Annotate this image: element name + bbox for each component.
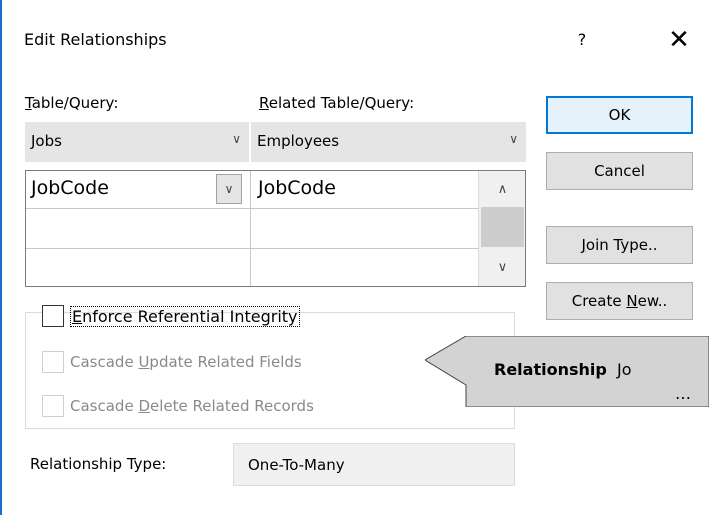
grid-cell-left-field[interactable]: JobCode [31, 177, 109, 199]
grid-cell-right-field[interactable] [258, 217, 473, 245]
enforce-integrity-label[interactable]: Enforce Referential Integrity [70, 305, 300, 327]
close-button[interactable]: ✕ [657, 18, 701, 62]
scroll-down-icon[interactable]: ∨ [479, 253, 526, 283]
relationship-type-value: One-To-Many [248, 456, 345, 474]
edit-relationships-dialog: Edit Relationships ? ✕ Table/Query: Rela… [0, 0, 709, 515]
relationship-type-label: Relationship Type: [30, 455, 167, 473]
grid-cell-left-field[interactable] [31, 217, 246, 245]
cascade-delete-checkbox [42, 395, 64, 417]
grid-scrollbar[interactable]: ∧ ∨ [478, 171, 525, 286]
enforce-integrity-checkbox[interactable] [42, 305, 64, 327]
related-table-query-label: Related Table/Query: [259, 94, 415, 112]
cascade-delete-row: Cascade Delete Related Records [42, 395, 314, 417]
grid-row-divider [26, 208, 478, 209]
window-title: Edit Relationships [24, 30, 167, 49]
grid-column-divider [250, 171, 251, 286]
cascade-update-row: Cascade Update Related Fields [42, 351, 302, 373]
grid-cell-right-field[interactable]: JobCode [258, 177, 336, 199]
cascade-update-label: Cascade Update Related Fields [70, 353, 302, 371]
create-new-button[interactable]: Create New.. [546, 282, 693, 320]
table-query-label: Table/Query: [25, 94, 119, 112]
table-query-select[interactable]: Jobs ∨ [25, 122, 249, 162]
scroll-thumb[interactable] [481, 207, 524, 247]
tooltip-text: Relationship Jo [494, 360, 632, 379]
cancel-button[interactable]: Cancel [546, 152, 693, 190]
help-button[interactable]: ? [562, 18, 602, 62]
table-query-value: Jobs [31, 132, 62, 150]
chevron-down-icon: ∨ [509, 132, 518, 146]
join-type-button[interactable]: Join Type.. [546, 226, 693, 264]
chevron-down-icon: ∨ [232, 132, 241, 146]
relationship-type-value-box: One-To-Many [233, 443, 515, 486]
cascade-update-checkbox [42, 351, 64, 373]
scroll-up-icon[interactable]: ∧ [479, 175, 526, 205]
related-table-query-select[interactable]: Employees ∨ [251, 122, 526, 162]
cascade-delete-label: Cascade Delete Related Records [70, 397, 314, 415]
field-mapping-grid: JobCode ∨ JobCode ∧ ∨ [25, 170, 526, 287]
field-dropdown-button[interactable]: ∨ [216, 174, 242, 204]
ok-button[interactable]: OK [546, 96, 693, 134]
title-bar: Edit Relationships ? ✕ [2, 0, 709, 80]
grid-cell-left-field[interactable] [31, 255, 246, 283]
relationship-tooltip: Relationship Jo … [425, 336, 709, 407]
enforce-integrity-row[interactable]: Enforce Referential Integrity [42, 305, 300, 327]
grid-row-divider [26, 248, 478, 249]
related-table-query-value: Employees [257, 132, 340, 150]
tooltip-text-line2: … [675, 384, 691, 403]
grid-cell-right-field[interactable] [258, 255, 473, 283]
